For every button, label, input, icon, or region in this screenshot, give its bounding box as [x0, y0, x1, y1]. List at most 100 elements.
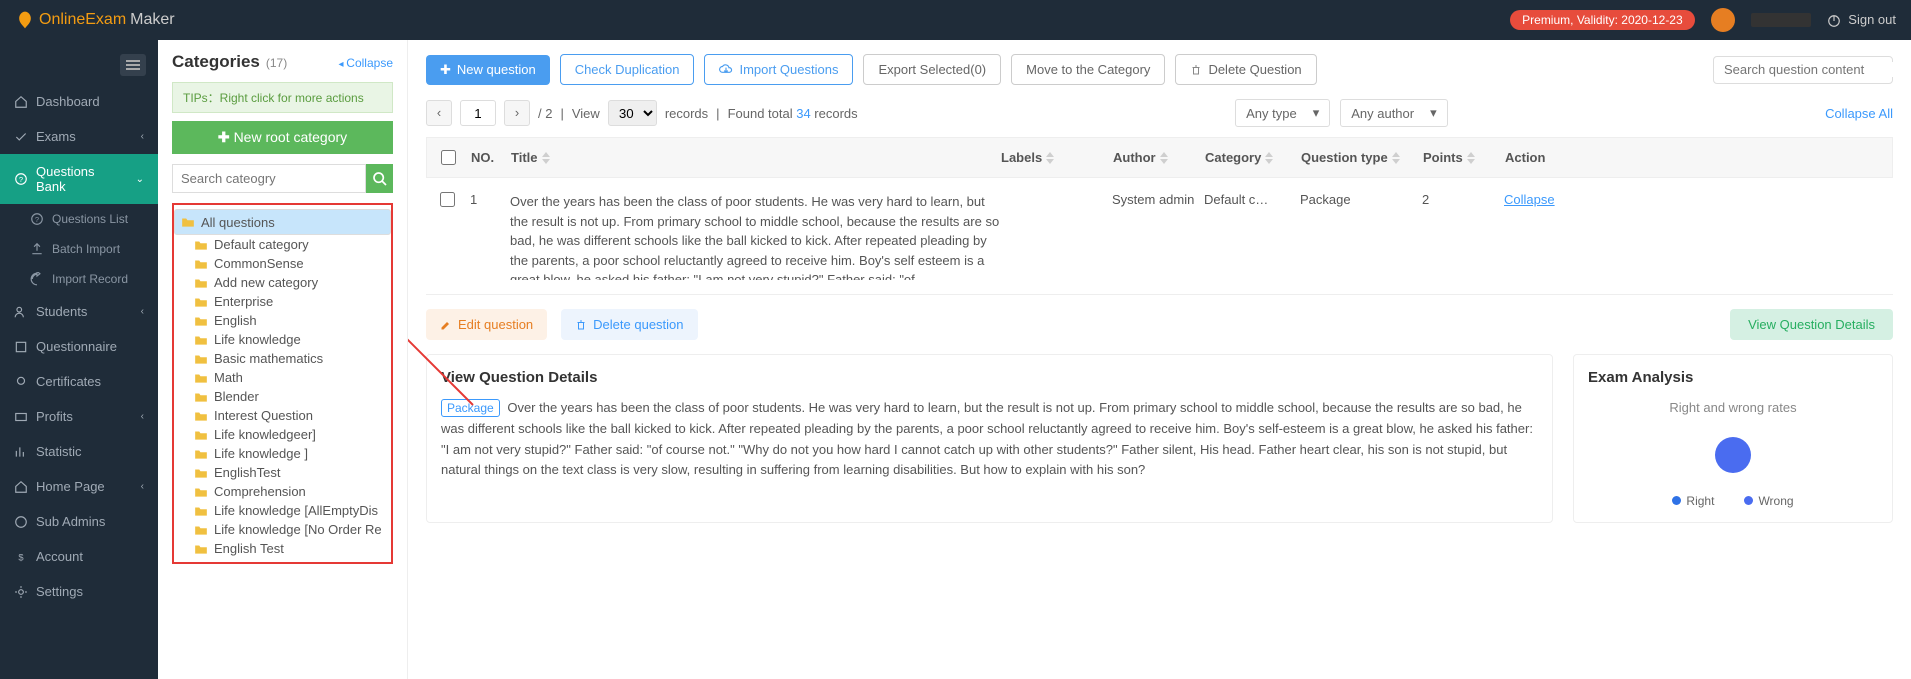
check-duplication-button[interactable]: Check Duplication	[560, 54, 695, 85]
sign-out-button[interactable]: Sign out	[1827, 12, 1896, 28]
row-author: System admin	[1112, 192, 1204, 207]
select-all-checkbox[interactable]	[441, 150, 456, 165]
category-item[interactable]: Life knowledgeer]	[174, 425, 391, 444]
nav-sub-questions-list[interactable]: ?Questions List	[0, 204, 158, 234]
sort-icon	[1265, 152, 1273, 164]
nav-students[interactable]: Students‹	[0, 294, 158, 329]
sort-icon	[1392, 152, 1400, 164]
export-selected-button[interactable]: Export Selected(0)	[863, 54, 1001, 85]
total-pages: / 2	[538, 106, 552, 121]
new-question-button[interactable]: ✚New question	[426, 55, 550, 85]
nav-home-page[interactable]: Home Page‹	[0, 469, 158, 504]
cert-icon	[14, 375, 28, 389]
dot-icon	[1672, 496, 1681, 505]
nav-exams[interactable]: Exams‹	[0, 119, 158, 154]
per-page-select[interactable]: 30	[608, 100, 657, 126]
nav-questionnaire[interactable]: Questionnaire	[0, 329, 158, 364]
category-item[interactable]: All questions	[174, 209, 391, 235]
categories-collapse-link[interactable]: Collapse	[338, 56, 393, 70]
delete-question-button[interactable]: Delete Question	[1175, 54, 1316, 85]
category-item[interactable]: English Test	[174, 539, 391, 558]
category-item[interactable]: Default category	[174, 235, 391, 254]
folder-icon	[194, 543, 208, 555]
tips-bar: TIPs：Right click for more actions	[172, 82, 393, 113]
category-search-input[interactable]	[172, 164, 366, 193]
nav-sub-admins[interactable]: Sub Admins	[0, 504, 158, 539]
category-item[interactable]: Enterprise	[174, 292, 391, 311]
category-item[interactable]: CommonSense	[174, 254, 391, 273]
next-page-button[interactable]: ›	[504, 100, 530, 126]
help-icon: ?	[14, 172, 28, 186]
users-icon	[14, 305, 28, 319]
col-category[interactable]: Category	[1205, 150, 1301, 165]
user-avatar[interactable]	[1711, 8, 1735, 32]
nav-sub-import-record[interactable]: Import Record	[0, 264, 158, 294]
toolbar: ✚New question Check Duplication Import Q…	[426, 54, 1893, 85]
category-search-button[interactable]	[366, 164, 393, 193]
category-item[interactable]: Add new category	[174, 273, 391, 292]
col-author[interactable]: Author	[1113, 150, 1205, 165]
row-qtype: Package	[1300, 192, 1422, 207]
categories-panel: Categories (17) Collapse TIPs：Right clic…	[158, 40, 408, 679]
col-qtype[interactable]: Question type	[1301, 150, 1423, 165]
import-questions-button[interactable]: Import Questions	[704, 54, 853, 85]
folder-icon	[181, 216, 195, 228]
chevron-down-icon: ⌄	[136, 174, 144, 185]
collapse-all-link[interactable]: Collapse All	[1825, 106, 1893, 121]
type-filter-dropdown[interactable]: Any type▾	[1235, 99, 1330, 127]
col-title[interactable]: Title	[511, 150, 1001, 165]
nav-dashboard[interactable]: Dashboard	[0, 84, 158, 119]
nav-questions-bank[interactable]: ?Questions Bank⌄	[0, 154, 158, 204]
category-item[interactable]: Interest Question	[174, 406, 391, 425]
page-input[interactable]	[460, 100, 496, 126]
category-item[interactable]: Life knowledge	[174, 330, 391, 349]
new-root-category-button[interactable]: ✚New root category	[172, 121, 393, 154]
nav-certificates[interactable]: Certificates	[0, 364, 158, 399]
card-icon	[14, 410, 28, 424]
row-checkbox[interactable]	[440, 192, 455, 207]
refresh-icon	[30, 272, 44, 286]
col-labels[interactable]: Labels	[1001, 150, 1113, 165]
row-collapse-link[interactable]: Collapse	[1504, 192, 1555, 207]
folder-icon	[194, 448, 208, 460]
brand-logo[interactable]: OnlineExamMaker	[15, 10, 175, 30]
category-item[interactable]: Basic mathematics	[174, 349, 391, 368]
delete-question-row-button[interactable]: Delete question	[561, 309, 697, 340]
edit-question-button[interactable]: Edit question	[426, 309, 547, 340]
col-points[interactable]: Points	[1423, 150, 1505, 165]
question-search	[1713, 56, 1893, 84]
stats-icon	[14, 445, 28, 459]
category-item[interactable]: Life knowledge [AllEmptyDis	[174, 501, 391, 520]
trash-icon	[1190, 64, 1202, 76]
table-row: 1 Over the years has been the class of p…	[426, 178, 1893, 295]
nav-profits[interactable]: Profits‹	[0, 399, 158, 434]
nav-statistic[interactable]: Statistic	[0, 434, 158, 469]
prev-page-button[interactable]: ‹	[426, 100, 452, 126]
main-content: ✚New question Check Duplication Import Q…	[408, 40, 1911, 679]
nav-sub-batch-import[interactable]: Batch Import	[0, 234, 158, 264]
help2-icon	[14, 515, 28, 529]
pager-row: ‹ › / 2 | View 30 records | Found total …	[426, 99, 1893, 127]
folder-icon	[194, 239, 208, 251]
category-item[interactable]: EnglishTest	[174, 463, 391, 482]
nav-settings[interactable]: Settings	[0, 574, 158, 609]
category-item[interactable]: Math	[174, 368, 391, 387]
category-item[interactable]: English	[174, 311, 391, 330]
col-action: Action	[1505, 150, 1878, 165]
nav-account[interactable]: $Account	[0, 539, 158, 574]
brand-text-1: OnlineExam	[39, 11, 126, 29]
view-details-button[interactable]: View Question Details	[1730, 309, 1893, 340]
question-search-input[interactable]	[1724, 62, 1900, 77]
category-item[interactable]: Life knowledge ]	[174, 444, 391, 463]
folder-icon	[194, 505, 208, 517]
category-item[interactable]: Blender	[174, 387, 391, 406]
category-item[interactable]: Life knowledge [No Order Re	[174, 520, 391, 539]
sort-icon	[542, 152, 550, 164]
category-item[interactable]: Comprehension	[174, 482, 391, 501]
cloud-upload-icon	[719, 63, 733, 77]
plus-icon: ✚	[440, 62, 451, 78]
sidebar-toggle[interactable]	[120, 54, 146, 76]
move-category-button[interactable]: Move to the Category	[1011, 54, 1165, 85]
top-bar: OnlineExamMaker Premium, Validity: 2020-…	[0, 0, 1911, 40]
author-filter-dropdown[interactable]: Any author▾	[1340, 99, 1447, 127]
